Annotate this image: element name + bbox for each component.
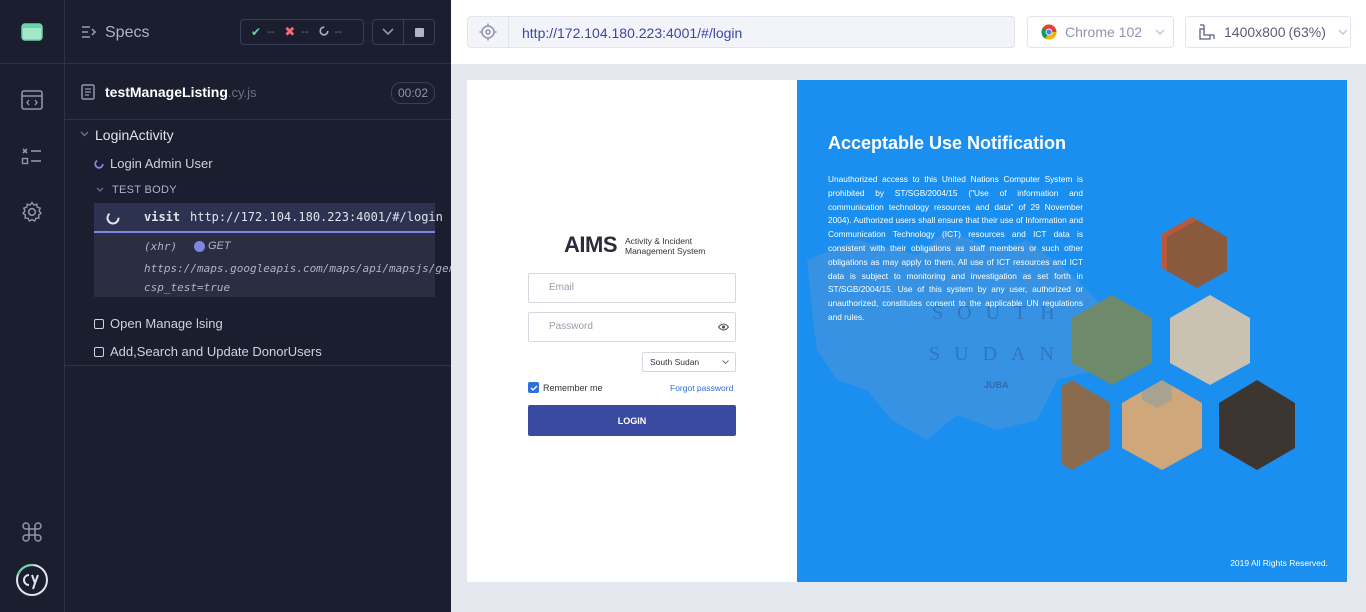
chrome-icon xyxy=(1041,24,1057,40)
map-label-sudan: SUDAN xyxy=(929,343,1068,365)
password-placeholder: Password xyxy=(549,321,593,332)
xhr-url[interactable]: https://maps.googleapis.com/maps/api/map… xyxy=(144,259,488,297)
aut-iframe: AIMS Activity & Incident Management Syst… xyxy=(467,80,1347,582)
test-body-label: TEST BODY xyxy=(112,184,177,196)
test-pending-checkbox-icon xyxy=(94,319,104,329)
pending-count: -- xyxy=(334,26,342,38)
specs-list-icon[interactable] xyxy=(0,136,64,176)
running-spinner-icon xyxy=(94,159,104,169)
passed-check-icon: ✔ xyxy=(251,25,262,39)
remember-me-label: Remember me xyxy=(543,382,603,393)
stop-button[interactable] xyxy=(404,20,434,44)
country-value: South Sudan xyxy=(650,357,700,367)
spec-file-name[interactable]: testManageListing.cy.js xyxy=(105,84,257,100)
login-panel: AIMS Activity & Incident Management Syst… xyxy=(467,80,797,582)
map-label-juba: JUBA xyxy=(984,380,1009,390)
command-message: http://172.104.180.223:4001/#/login xyxy=(190,210,443,224)
copyright-text: 2019 All Rights Reserved. xyxy=(1230,558,1328,568)
failed-count: -- xyxy=(301,26,309,38)
suite-title[interactable]: LoginActivity xyxy=(95,127,174,143)
runs-icon[interactable] xyxy=(0,80,64,120)
reporter-header: Specs ✔ -- ✖ -- -- xyxy=(65,0,451,64)
failed-x-icon: ✖ xyxy=(284,24,296,39)
viewport-selector[interactable]: 1400x800 (63%) xyxy=(1185,16,1351,48)
password-field[interactable]: Password xyxy=(528,312,736,342)
spec-duration-badge: 00:02 xyxy=(390,82,435,104)
command-list: visit http://172.104.180.223:4001/#/logi… xyxy=(94,203,488,297)
run-controls xyxy=(372,19,435,45)
selector-playground-target-icon[interactable] xyxy=(468,17,509,47)
browser-selector[interactable]: Chrome 102 xyxy=(1027,16,1174,48)
pending-spinner-icon xyxy=(319,25,329,39)
cypress-app-icon[interactable] xyxy=(21,21,43,43)
settings-gear-icon[interactable] xyxy=(0,192,64,232)
command-log-panel: Specs ✔ -- ✖ -- -- testManageListing.cy.… xyxy=(65,0,488,612)
preview-toolbar: http://172.104.180.223:4001/#/login Chro… xyxy=(451,0,1366,64)
viewport-size: 1400x800 xyxy=(1224,24,1286,40)
acceptable-use-panel: SOUTH SUDAN JUBA Acceptable Use Notifica… xyxy=(797,80,1347,582)
suite-chevron-down-icon[interactable] xyxy=(80,131,89,137)
forgot-password-link[interactable]: Forgot password xyxy=(670,383,733,393)
viewport-zoom: (63%) xyxy=(1288,24,1326,40)
stop-square-icon xyxy=(414,27,424,37)
brand-subtitle: Activity & Incident Management System xyxy=(625,236,706,256)
checkbox-checked-icon xyxy=(528,382,539,393)
app-logo-area xyxy=(0,0,64,64)
app-preview: http://172.104.180.223:4001/#/login Chro… xyxy=(451,0,1366,612)
test-title-open-manage[interactable]: Open Manage lsing xyxy=(110,316,223,331)
divider xyxy=(65,365,451,366)
country-select[interactable]: South Sudan xyxy=(642,352,736,372)
app-rail xyxy=(0,0,65,612)
test-title-donor-users[interactable]: Add,Search and Update DonorUsers xyxy=(110,344,322,359)
xhr-pending-dot xyxy=(194,241,205,252)
email-field[interactable]: Email xyxy=(528,273,736,303)
specs-label[interactable]: Specs xyxy=(105,24,149,42)
xhr-method: GET xyxy=(208,240,231,252)
test-pending-checkbox-icon xyxy=(94,347,104,357)
chevron-down-icon xyxy=(1338,29,1348,35)
passed-count: -- xyxy=(267,26,275,38)
test-body-chevron-down-icon[interactable] xyxy=(96,187,104,193)
test-stats: ✔ -- ✖ -- -- xyxy=(240,19,364,45)
brand-name: AIMS xyxy=(564,232,618,257)
url-bar[interactable]: http://172.104.180.223:4001/#/login xyxy=(467,16,1015,48)
notice-body: Unauthorized access to this United Natio… xyxy=(828,174,1083,322)
keyboard-shortcuts-icon[interactable] xyxy=(0,512,64,552)
chevron-down-icon xyxy=(1155,29,1165,35)
children-photo-hexagons xyxy=(1062,217,1295,470)
ruler-icon xyxy=(1199,24,1215,40)
login-button[interactable]: LOGIN xyxy=(528,405,736,436)
command-name: visit xyxy=(144,210,181,224)
eye-icon[interactable] xyxy=(718,323,729,331)
visit-spinner-icon xyxy=(106,211,120,225)
cypress-logo-icon[interactable] xyxy=(0,560,64,600)
expand-chevron-down-icon[interactable] xyxy=(373,20,404,44)
remember-me-checkbox[interactable]: Remember me xyxy=(528,382,603,393)
chevron-down-icon xyxy=(722,360,729,365)
browser-name: Chrome 102 xyxy=(1065,24,1143,40)
spec-file-basename: testManageListing xyxy=(105,84,228,100)
specs-toggle-icon[interactable] xyxy=(81,25,97,39)
aims-logo: AIMS Activity & Incident Management Syst… xyxy=(564,232,705,258)
test-title-login-admin[interactable]: Login Admin User xyxy=(110,156,213,171)
notice-title: Acceptable Use Notification xyxy=(828,133,1067,153)
spec-file-extension: .cy.js xyxy=(227,85,257,100)
xhr-label: (xhr) xyxy=(144,240,178,253)
command-visit-row[interactable]: visit http://172.104.180.223:4001/#/logi… xyxy=(94,203,443,233)
url-text: http://172.104.180.223:4001/#/login xyxy=(522,25,743,41)
spec-file-header: testManageListing.cy.js 00:02 xyxy=(65,64,451,120)
document-icon xyxy=(81,84,95,100)
